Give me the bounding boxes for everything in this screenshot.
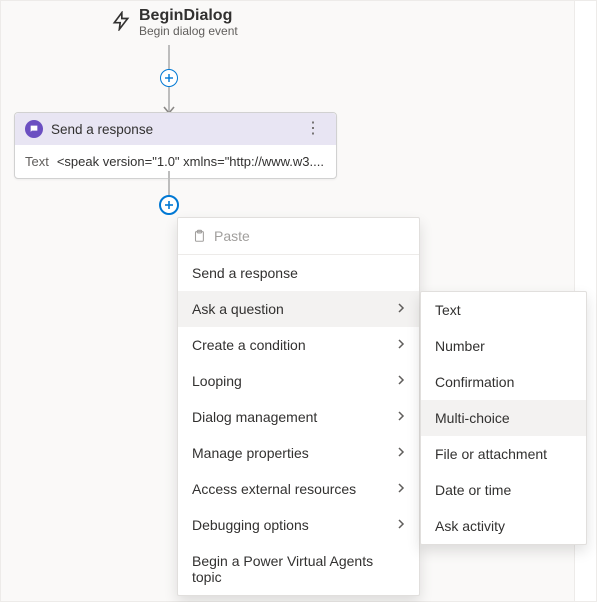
chevron-right-icon — [397, 337, 405, 353]
menu-item-paste: Paste — [178, 218, 419, 255]
menu-item-send-a-response[interactable]: Send a response — [178, 255, 419, 291]
submenu-item-multi-choice[interactable]: Multi-choice — [421, 400, 586, 436]
menu-label: Access external resources — [192, 481, 356, 497]
chevron-right-icon — [397, 301, 405, 317]
trigger-node[interactable]: BeginDialog Begin dialog event — [111, 7, 238, 38]
menu-item-looping[interactable]: Looping — [178, 363, 419, 399]
submenu-item-date-or-time[interactable]: Date or time — [421, 472, 586, 508]
chevron-right-icon — [397, 445, 405, 461]
chevron-right-icon — [397, 517, 405, 533]
node-body: Text <speak version="1.0" xmlns="http://… — [15, 145, 336, 178]
menu-item-access-external-resources[interactable]: Access external resources — [178, 471, 419, 507]
menu-label: Debugging options — [192, 517, 309, 533]
chevron-right-icon — [397, 481, 405, 497]
action-menu: Paste Send a response Ask a question Creat… — [177, 217, 420, 596]
add-node-button-top[interactable] — [160, 69, 178, 87]
menu-item-ask-a-question[interactable]: Ask a question — [178, 291, 419, 327]
menu-item-manage-properties[interactable]: Manage properties — [178, 435, 419, 471]
lightning-icon — [111, 11, 131, 31]
menu-item-debugging-options[interactable]: Debugging options — [178, 507, 419, 543]
trigger-subtitle: Begin dialog event — [139, 24, 238, 38]
menu-label: Create a condition — [192, 337, 306, 353]
node-more-button[interactable]: ⋮ — [301, 121, 326, 137]
submenu-item-ask-activity[interactable]: Ask activity — [421, 508, 586, 544]
chat-icon — [25, 120, 43, 138]
node-title: Send a response — [51, 122, 293, 137]
menu-label: Send a response — [192, 265, 298, 281]
menu-label: Dialog management — [192, 409, 317, 425]
menu-item-create-a-condition[interactable]: Create a condition — [178, 327, 419, 363]
menu-label: Manage properties — [192, 445, 309, 461]
node-header: Send a response ⋮ — [15, 113, 336, 145]
chevron-right-icon — [397, 373, 405, 389]
submenu-item-file-or-attachment[interactable]: File or attachment — [421, 436, 586, 472]
menu-label: Paste — [214, 228, 250, 244]
submenu-item-text[interactable]: Text — [421, 292, 586, 328]
menu-item-dialog-management[interactable]: Dialog management — [178, 399, 419, 435]
ask-question-submenu: TextNumberConfirmationMulti-choiceFile o… — [420, 291, 587, 545]
add-node-button-bottom[interactable] — [159, 195, 179, 215]
chevron-right-icon — [397, 409, 405, 425]
menu-label: Ask a question — [192, 301, 284, 317]
text-label: Text — [25, 154, 49, 169]
trigger-title: BeginDialog — [139, 7, 238, 25]
submenu-item-confirmation[interactable]: Confirmation — [421, 364, 586, 400]
send-response-node[interactable]: Send a response ⋮ Text <speak version="1… — [14, 112, 337, 179]
paste-icon — [192, 229, 206, 243]
menu-item-begin-a-power-virtual-agents-topic[interactable]: Begin a Power Virtual Agents topic — [178, 543, 419, 595]
text-value: <speak version="1.0" xmlns="http://www.w… — [57, 154, 326, 169]
submenu-item-number[interactable]: Number — [421, 328, 586, 364]
menu-label: Begin a Power Virtual Agents topic — [192, 553, 405, 585]
menu-label: Looping — [192, 373, 242, 389]
